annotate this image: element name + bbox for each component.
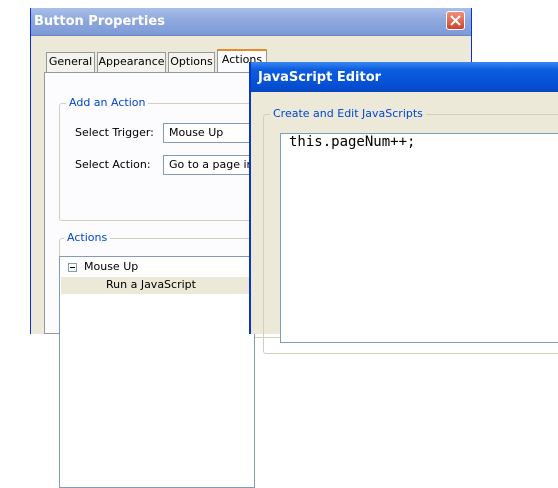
- collapse-icon[interactable]: [68, 263, 77, 272]
- close-icon: [450, 15, 461, 26]
- javascript-code[interactable]: this.pageNum++;: [289, 134, 415, 150]
- select-action-value: Go to a page in t: [169, 158, 262, 171]
- tab-options[interactable]: Options: [168, 52, 215, 72]
- tab-general[interactable]: General: [46, 52, 95, 72]
- actions-legend: Actions: [64, 231, 111, 244]
- close-button[interactable]: [446, 11, 465, 30]
- select-trigger-value: Mouse Up: [169, 126, 224, 139]
- select-trigger-label: Select Trigger:: [75, 126, 154, 139]
- tree-item-run-javascript[interactable]: Run a JavaScript: [61, 277, 253, 294]
- add-action-legend: Add an Action: [66, 96, 149, 109]
- actions-tree[interactable]: Mouse Up Run a JavaScript: [59, 256, 255, 488]
- create-edit-javascripts-legend: Create and Edit JavaScripts: [270, 107, 426, 120]
- tree-node-mouse-up[interactable]: Mouse Up: [84, 260, 138, 273]
- javascript-editor-title: JavaScript Editor: [258, 70, 382, 85]
- javascript-code-editor[interactable]: this.pageNum++;: [280, 133, 558, 343]
- select-action-label: Select Action:: [75, 158, 151, 171]
- button-properties-title: Button Properties: [34, 14, 165, 29]
- tree-item-label: Run a JavaScript: [106, 278, 196, 291]
- tab-appearance[interactable]: Appearance: [97, 52, 166, 72]
- button-properties-titlebar[interactable]: Button Properties: [31, 8, 471, 36]
- javascript-editor-dialog: JavaScript Editor Create and Edit JavaSc…: [249, 62, 558, 354]
- javascript-editor-titlebar[interactable]: JavaScript Editor: [251, 62, 558, 92]
